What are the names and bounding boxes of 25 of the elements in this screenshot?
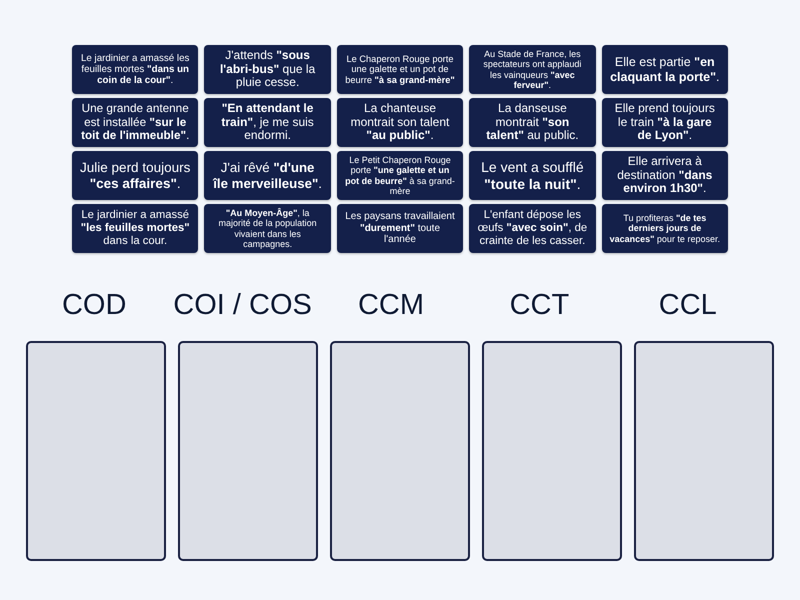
sentence-card[interactable]: J'attends "sous l'abri-bus" que la pluie cesse.	[204, 45, 331, 94]
sentence-card[interactable]: Au Stade de France, les spectateurs ont applaudi les vainqueurs "avec ferveur".	[469, 45, 596, 94]
sentence-card[interactable]: J'ai rêvé "d'une île merveilleuse".	[204, 151, 331, 200]
sentence-card[interactable]: Le jardinier a amassé "les feuilles mortes" dans la cour.	[72, 204, 198, 253]
sentence-card[interactable]: Une grande antenne est installée "sur le toit de l'immeuble".	[72, 98, 198, 147]
sentence-card[interactable]: Le jardinier a amassé les feuilles mortes "dans un coin de la cour".	[72, 45, 198, 94]
category-heading: CCT	[510, 288, 570, 322]
sentence-card[interactable]: Le Chaperon Rouge porte une galette et un pot de beurre "à sa grand-mère"	[336, 45, 464, 94]
category-heading: CCL	[658, 288, 717, 322]
category-heading: COD	[62, 288, 126, 322]
category-heading: COI / COS	[173, 288, 312, 322]
sentence-card[interactable]: "Au Moyen-Âge", la majorité de la population vivaient dans les campagnes.	[204, 204, 331, 253]
sentence-card[interactable]: Elle est partie "en claquant la porte".	[602, 45, 728, 94]
sentence-card[interactable]: Le Petit Chaperon Rouge porte "une galette et un pot de beurre" à sa grand-mère	[336, 151, 464, 200]
sentence-card[interactable]: Les paysans travaillaient "durement" toute l'année	[336, 204, 464, 253]
sentence-card[interactable]: Le vent a soufflé "toute la nuit".	[469, 151, 596, 200]
sentence-card[interactable]: Elle prend toujours le train "à la gare de Lyon".	[602, 98, 728, 147]
sentence-card[interactable]: Julie perd toujours "ces affaires".	[72, 151, 198, 200]
sentence-card[interactable]: Elle arrivera à destination "dans environ 1h30".	[602, 151, 728, 200]
category-heading: CCM	[358, 288, 424, 322]
sentence-card[interactable]: Tu profiteras "de tes derniers jours de vacances" pour te reposer.	[602, 204, 728, 253]
sentence-card[interactable]: La danseuse montrait "son talent" au public.	[469, 98, 596, 147]
sentence-card[interactable]: La chanteuse montrait son talent "au public".	[336, 98, 464, 147]
sentence-card[interactable]: "En attendant le train", je me suis endormi.	[204, 98, 331, 147]
sentence-card[interactable]: L'enfant dépose les œufs "avec soin", de crainte de les casser.	[469, 204, 596, 253]
